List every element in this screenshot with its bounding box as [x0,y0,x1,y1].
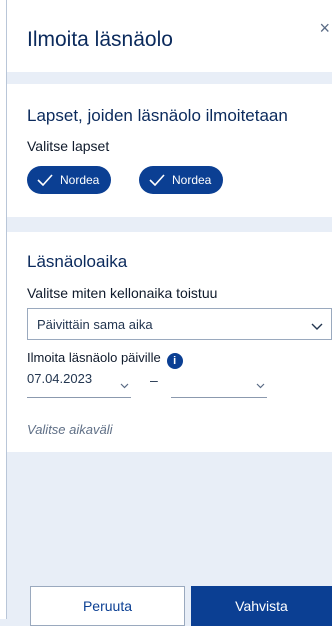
close-icon[interactable]: × [319,18,330,39]
repeat-select-value: Päivittäin sama aika [37,316,153,332]
dialog-title: Ilmoita läsnäolo [27,28,173,51]
repeat-select[interactable]: Päivittäin sama aika [27,308,332,340]
dates-label: Ilmoita läsnäolo päiville i [27,350,183,369]
child-chip-1[interactable]: Nordea [27,166,112,194]
chevron-down-icon [311,319,323,334]
left-edge [0,0,7,619]
dialog-header: Ilmoita läsnäolo × [7,0,332,72]
attendance-dialog: Ilmoita läsnäolo × Lapset, joiden läsnäo… [7,0,332,626]
repeat-label: Valitse miten kellonaika toistuu [27,285,218,301]
end-date-field[interactable] [171,371,267,398]
children-select-label: Valitse lapset [27,138,110,154]
cancel-button[interactable]: Peruuta [30,586,185,626]
confirm-button[interactable]: Vahvista [191,586,332,626]
child-chip-label: Nordea [60,173,100,187]
info-icon[interactable]: i [166,353,183,369]
time-heading: Läsnäoloaika [27,252,128,271]
checkmark-icon [149,174,165,186]
start-date-field[interactable]: 07.04.2023 [27,371,131,398]
dates-label-text: Ilmoita läsnäolo päiville [27,350,161,365]
chevron-down-icon [120,377,129,392]
chevron-down-icon [256,377,265,392]
children-heading: Lapset, joiden läsnäolo ilmoitetaan [27,106,288,125]
date-range-separator: – [150,372,158,388]
attendance-time-section: Läsnäoloaika Valitse miten kellonaika to… [7,232,332,452]
start-date-value: 07.04.2023 [27,371,93,386]
checkmark-icon [37,174,53,186]
children-section: Lapset, joiden läsnäolo ilmoitetaan Vali… [7,84,332,217]
child-chip-label: Nordea [172,173,212,187]
child-chip-2[interactable]: Nordea [139,166,224,194]
interval-hint: Valitse aikaväli [27,422,113,437]
dialog-footer: Peruuta Vahvista [7,570,332,626]
